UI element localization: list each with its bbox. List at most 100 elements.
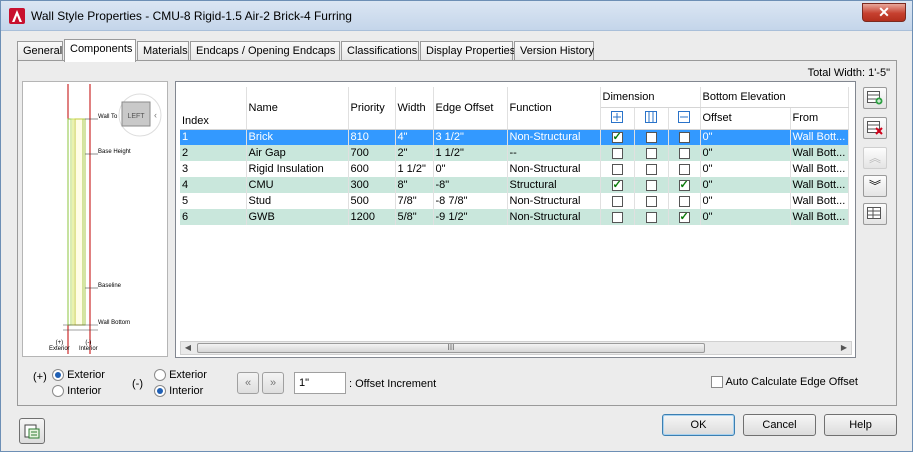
- cell-offset[interactable]: 0": [700, 145, 791, 161]
- cell-width[interactable]: 2": [395, 145, 434, 161]
- cell-name[interactable]: CMU: [246, 177, 349, 193]
- cell-offset[interactable]: 0": [700, 129, 791, 145]
- cell-offset[interactable]: 0": [700, 209, 791, 225]
- tab-classifications[interactable]: Classifications: [341, 41, 419, 61]
- minus-exterior-option[interactable]: Exterior: [154, 369, 207, 382]
- header-priority[interactable]: Priority: [348, 87, 396, 130]
- dim-interior-checkbox[interactable]: [678, 178, 690, 191]
- dim-interior-checkbox[interactable]: [678, 163, 690, 175]
- minus-interior-radio[interactable]: [154, 385, 166, 398]
- close-button[interactable]: ✕: [862, 3, 906, 22]
- minus-exterior-radio[interactable]: [154, 369, 166, 382]
- table-row[interactable]: 6 GWB 1200 5/8" -9 1/2" Non-Structural 0…: [180, 209, 849, 225]
- cell-offset[interactable]: 0": [700, 161, 791, 177]
- cell-from[interactable]: Wall Bott...: [790, 161, 849, 177]
- tab-general[interactable]: General: [17, 41, 63, 61]
- cell-offset[interactable]: 0": [700, 193, 791, 209]
- cell-function[interactable]: Non-Structural: [507, 193, 601, 209]
- move-up-button[interactable]: ︽: [863, 147, 887, 169]
- cell-priority[interactable]: 810: [348, 129, 396, 145]
- cell-width[interactable]: 5/8": [395, 209, 434, 225]
- cell-function[interactable]: Non-Structural: [507, 209, 601, 225]
- table-row[interactable]: 4 CMU 300 8" -8" Structural 0" Wall Bott…: [180, 177, 849, 193]
- style-browser-button[interactable]: [19, 418, 45, 444]
- dim-exterior-icon[interactable]: [600, 107, 635, 130]
- cell-from[interactable]: Wall Bott...: [790, 177, 849, 193]
- dim-interior-checkbox[interactable]: [678, 210, 690, 223]
- dim-center-checkbox[interactable]: [645, 131, 657, 143]
- add-component-button[interactable]: [863, 87, 887, 109]
- table-row[interactable]: 1 Brick 810 4" 3 1/2" Non-Structural 0" …: [180, 129, 849, 145]
- cell-from[interactable]: Wall Bott...: [790, 145, 849, 161]
- cell-priority[interactable]: 600: [348, 161, 396, 177]
- dim-interior-checkbox[interactable]: [678, 147, 690, 159]
- plus-interior-option[interactable]: Interior: [52, 385, 101, 398]
- cell-edge-offset[interactable]: -9 1/2": [433, 209, 508, 225]
- dim-exterior-checkbox[interactable]: [611, 147, 623, 159]
- cell-from[interactable]: Wall Bott...: [790, 209, 849, 225]
- cell-width[interactable]: 1 1/2": [395, 161, 434, 177]
- header-dimension[interactable]: Dimension: [600, 87, 701, 108]
- cell-name[interactable]: Air Gap: [246, 145, 349, 161]
- cell-width[interactable]: 7/8": [395, 193, 434, 209]
- cell-priority[interactable]: 700: [348, 145, 396, 161]
- cell-function[interactable]: Structural: [507, 177, 601, 193]
- cell-edge-offset[interactable]: -8 7/8": [433, 193, 508, 209]
- cell-function[interactable]: Non-Structural: [507, 161, 601, 177]
- tab-materials[interactable]: Materials: [137, 41, 189, 61]
- header-from[interactable]: From: [790, 107, 849, 130]
- components-grid[interactable]: Index Name Priority Width Edge Offset Fu…: [175, 81, 856, 358]
- move-down-button[interactable]: ︾: [863, 175, 887, 197]
- cell-priority[interactable]: 1200: [348, 209, 396, 225]
- tab-display-properties[interactable]: Display Properties: [420, 41, 515, 61]
- cancel-button[interactable]: Cancel: [743, 414, 816, 436]
- offset-increment-input[interactable]: 1": [294, 372, 346, 394]
- cell-priority[interactable]: 500: [348, 193, 396, 209]
- cell-name[interactable]: Brick: [246, 129, 349, 145]
- dim-exterior-checkbox[interactable]: [611, 163, 623, 175]
- header-name[interactable]: Name: [246, 87, 349, 130]
- remove-component-button[interactable]: [863, 117, 887, 139]
- cell-priority[interactable]: 300: [348, 177, 396, 193]
- dim-interior-checkbox[interactable]: [678, 195, 690, 207]
- dim-exterior-checkbox[interactable]: [611, 130, 623, 143]
- header-index[interactable]: Index: [180, 87, 247, 130]
- table-row[interactable]: 3 Rigid Insulation 600 1 1/2" 0" Non-Str…: [180, 161, 849, 177]
- dim-exterior-checkbox[interactable]: [611, 178, 623, 191]
- ok-button[interactable]: OK: [662, 414, 735, 436]
- cell-from[interactable]: Wall Bott...: [790, 129, 849, 145]
- auto-calc-checkbox[interactable]: [711, 376, 723, 389]
- cell-function[interactable]: Non-Structural: [507, 129, 601, 145]
- cell-name[interactable]: Stud: [246, 193, 349, 209]
- cell-edge-offset[interactable]: 0": [433, 161, 508, 177]
- minus-interior-option[interactable]: Interior: [154, 385, 203, 398]
- dim-center-checkbox[interactable]: [645, 211, 657, 223]
- dim-center-checkbox[interactable]: [645, 179, 657, 191]
- dim-interior-icon[interactable]: [668, 107, 701, 130]
- table-row[interactable]: 5 Stud 500 7/8" -8 7/8" Non-Structural 0…: [180, 193, 849, 209]
- increase-offset-button[interactable]: »: [262, 372, 284, 394]
- header-bottom-elevation[interactable]: Bottom Elevation: [700, 87, 849, 108]
- cell-edge-offset[interactable]: 1 1/2": [433, 145, 508, 161]
- tab-components[interactable]: Components: [64, 39, 136, 62]
- tab-endcaps[interactable]: Endcaps / Opening Endcaps: [190, 41, 340, 61]
- cell-offset[interactable]: 0": [700, 177, 791, 193]
- cell-from[interactable]: Wall Bott...: [790, 193, 849, 209]
- cell-edge-offset[interactable]: 3 1/2": [433, 129, 508, 145]
- dim-interior-checkbox[interactable]: [678, 131, 690, 143]
- plus-interior-radio[interactable]: [52, 385, 64, 398]
- component-properties-button[interactable]: [863, 203, 887, 225]
- cell-edge-offset[interactable]: -8": [433, 177, 508, 193]
- dim-exterior-checkbox[interactable]: [611, 211, 623, 223]
- dim-center-checkbox[interactable]: [645, 163, 657, 175]
- scroll-right-icon[interactable]: ▶: [837, 342, 851, 354]
- dim-center-checkbox[interactable]: [645, 147, 657, 159]
- header-function[interactable]: Function: [507, 87, 601, 130]
- cell-width[interactable]: 8": [395, 177, 434, 193]
- dim-center-checkbox[interactable]: [645, 195, 657, 207]
- table-row[interactable]: 2 Air Gap 700 2" 1 1/2" -- 0" Wall Bott.…: [180, 145, 849, 161]
- cell-width[interactable]: 4": [395, 129, 434, 145]
- tab-version-history[interactable]: Version History: [514, 41, 594, 61]
- plus-exterior-option[interactable]: Exterior: [52, 369, 105, 382]
- header-offset[interactable]: Offset: [700, 107, 791, 130]
